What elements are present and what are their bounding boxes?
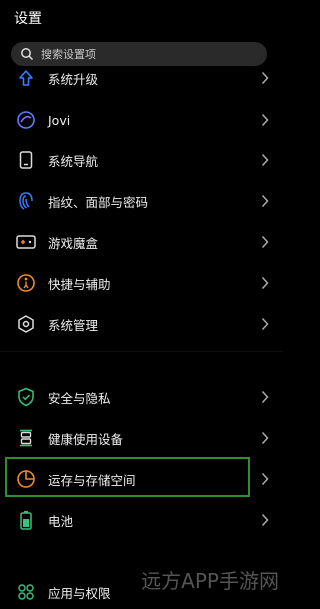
chevron-right-icon	[261, 113, 269, 127]
setting-item-label: 系统升级	[48, 71, 99, 87]
upgrade-arrow-icon	[16, 68, 36, 88]
setting-item-label: 健康使用设备	[48, 431, 124, 447]
setting-item-label: 系统导航	[48, 153, 99, 169]
setting-item-label: 安全与隐私	[48, 390, 111, 406]
setting-item-game-box[interactable]: 游戏魔盒	[0, 225, 283, 259]
phone-navigation-icon	[16, 150, 36, 170]
chevron-right-icon	[261, 390, 269, 404]
setting-item-label: Jovi	[48, 112, 71, 128]
page-title: 设置	[14, 11, 42, 27]
setting-item-fingerprint[interactable]: 指纹、面部与密码	[0, 184, 283, 218]
battery-icon	[16, 510, 36, 530]
chevron-right-icon	[261, 71, 269, 85]
search-input[interactable]	[39, 46, 243, 62]
chevron-right-icon	[261, 317, 269, 331]
setting-item-label: 游戏魔盒	[48, 235, 99, 251]
fingerprint-icon	[16, 191, 36, 211]
chevron-right-icon	[261, 235, 269, 249]
setting-item-system-management[interactable]: 系统管理	[0, 307, 283, 341]
setting-item-battery[interactable]: 电池	[0, 503, 283, 537]
system-manage-icon	[16, 314, 36, 334]
chevron-right-icon	[261, 153, 269, 167]
section-divider	[0, 351, 283, 352]
setting-item-healthy-device-use[interactable]: 健康使用设备	[0, 421, 283, 455]
game-box-icon	[16, 232, 36, 252]
search-icon	[21, 48, 34, 61]
setting-item-label: 指纹、面部与密码	[48, 194, 149, 210]
setting-item-shortcuts-accessibility[interactable]: 快捷与辅助	[0, 266, 283, 300]
apps-icon	[16, 582, 36, 602]
jovi-icon	[16, 110, 36, 130]
chevron-right-icon	[261, 276, 269, 290]
setting-item-jovi[interactable]: Jovi	[0, 103, 283, 137]
setting-item-label: 电池	[48, 513, 74, 529]
chevron-right-icon	[261, 431, 269, 445]
chevron-right-icon	[261, 194, 269, 208]
setting-item-security-privacy[interactable]: 安全与隐私	[0, 380, 283, 414]
shield-check-icon	[16, 387, 36, 407]
chevron-right-icon	[261, 472, 269, 486]
setting-item-label: 系统管理	[48, 317, 99, 333]
setting-item-label: 应用与权限	[48, 585, 111, 601]
chevron-right-icon	[261, 513, 269, 527]
accessibility-icon	[16, 273, 36, 293]
setting-item-label: 快捷与辅助	[48, 276, 111, 292]
watermark: 远方APP手游网	[141, 569, 279, 593]
setting-item-system-upgrade[interactable]: 系统升级	[0, 61, 283, 95]
highlight-box	[5, 457, 250, 497]
hourglass-icon	[16, 428, 36, 448]
setting-item-system-navigation[interactable]: 系统导航	[0, 143, 283, 177]
